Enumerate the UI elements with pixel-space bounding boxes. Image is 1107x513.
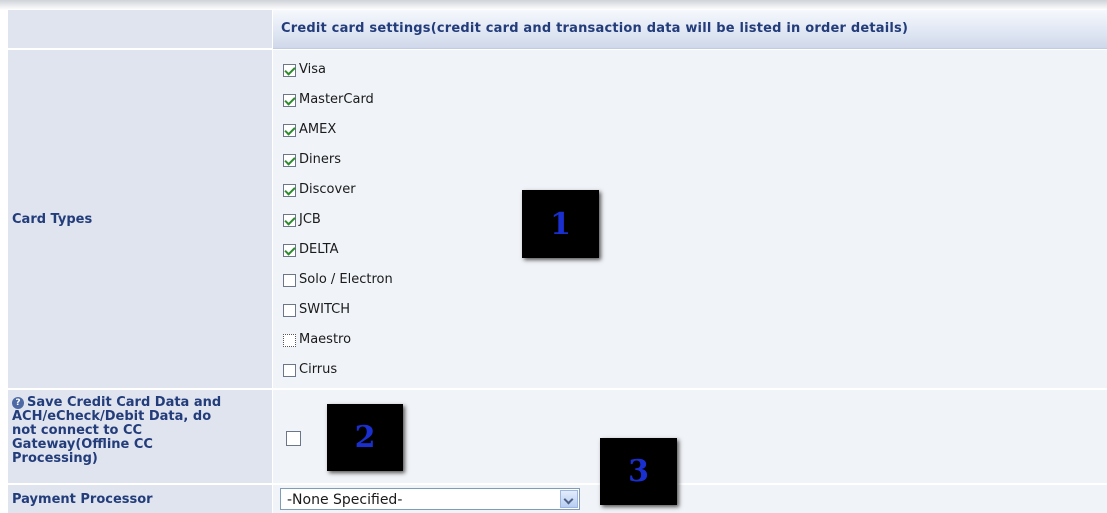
checkbox-diners[interactable]: [283, 154, 296, 167]
card-type-visa[interactable]: Visa: [283, 62, 393, 92]
payment-processor-select[interactable]: -None Specified-: [280, 488, 580, 510]
card-type-label: MasterCard: [299, 92, 374, 107]
card-type-label: Solo / Electron: [299, 272, 393, 287]
card-type-label: DELTA: [299, 242, 339, 257]
payment-processor-label-cell: Payment Processor: [8, 485, 273, 513]
checkbox-jcb[interactable]: [283, 214, 296, 227]
card-type-amex[interactable]: AMEX: [283, 122, 393, 152]
save-offline-line: Save Credit Card Data and: [27, 395, 222, 410]
save-offline-line: Processing): [12, 451, 98, 466]
card-type-list: Visa MasterCard AMEX Diners Discover JCB…: [283, 62, 393, 392]
card-type-delta[interactable]: DELTA: [283, 242, 393, 272]
annotation-badge-1: 1: [522, 190, 599, 258]
checkbox-delta[interactable]: [283, 244, 296, 257]
save-offline-label: ? Save Credit Card Data and ACH/eCheck/De…: [12, 396, 262, 466]
card-type-solo-electron[interactable]: Solo / Electron: [283, 272, 393, 302]
save-offline-checkbox[interactable]: [286, 431, 301, 446]
checkbox-maestro[interactable]: [283, 334, 296, 347]
card-type-label: Discover: [299, 182, 356, 197]
save-offline-line: not connect to CC: [12, 423, 143, 438]
checkbox-solo-electron[interactable]: [283, 274, 296, 287]
annotation-badge-3: 3: [600, 438, 677, 505]
card-type-label: AMEX: [299, 122, 337, 137]
card-type-mastercard[interactable]: MasterCard: [283, 92, 393, 122]
checkbox-amex[interactable]: [283, 124, 296, 137]
checkbox-mastercard[interactable]: [283, 94, 296, 107]
annotation-badge-2: 2: [327, 404, 403, 471]
top-shadow: [0, 0, 1107, 10]
card-type-label: Maestro: [299, 332, 352, 347]
card-types-cell: [273, 50, 1107, 388]
card-type-jcb[interactable]: JCB: [283, 212, 393, 242]
card-type-label: Cirrus: [299, 362, 338, 377]
settings-form: Credit card settings(credit card and tra…: [0, 0, 1107, 513]
card-type-label: SWITCH: [299, 302, 350, 317]
card-type-switch[interactable]: SWITCH: [283, 302, 393, 332]
section-title: Credit card settings(credit card and tra…: [281, 21, 909, 36]
save-offline-line: ACH/eCheck/Debit Data, do: [12, 409, 212, 424]
save-offline-line: Gateway(Offline CC: [12, 437, 153, 452]
card-type-discover[interactable]: Discover: [283, 182, 393, 212]
payment-processor-value: -None Specified-: [287, 492, 403, 508]
card-types-label: Card Types: [12, 212, 93, 227]
card-type-diners[interactable]: Diners: [283, 152, 393, 182]
checkbox-discover[interactable]: [283, 184, 296, 197]
payment-processor-label: Payment Processor: [12, 492, 153, 507]
card-type-label: Diners: [299, 152, 341, 167]
help-icon[interactable]: ?: [12, 397, 24, 409]
chevron-down-icon[interactable]: [560, 490, 578, 508]
save-offline-label-cell: ? Save Credit Card Data and ACH/eCheck/De…: [8, 390, 273, 483]
header-left-cell: [8, 10, 273, 48]
card-type-cirrus[interactable]: Cirrus: [283, 362, 393, 392]
section-header: Credit card settings(credit card and tra…: [273, 10, 1107, 49]
card-types-label-cell: Card Types: [8, 50, 273, 388]
card-type-label: Visa: [299, 62, 326, 77]
card-type-maestro[interactable]: Maestro: [283, 332, 393, 362]
card-type-label: JCB: [299, 212, 321, 227]
checkbox-switch[interactable]: [283, 304, 296, 317]
checkbox-cirrus[interactable]: [283, 364, 296, 377]
checkbox-visa[interactable]: [283, 64, 296, 77]
